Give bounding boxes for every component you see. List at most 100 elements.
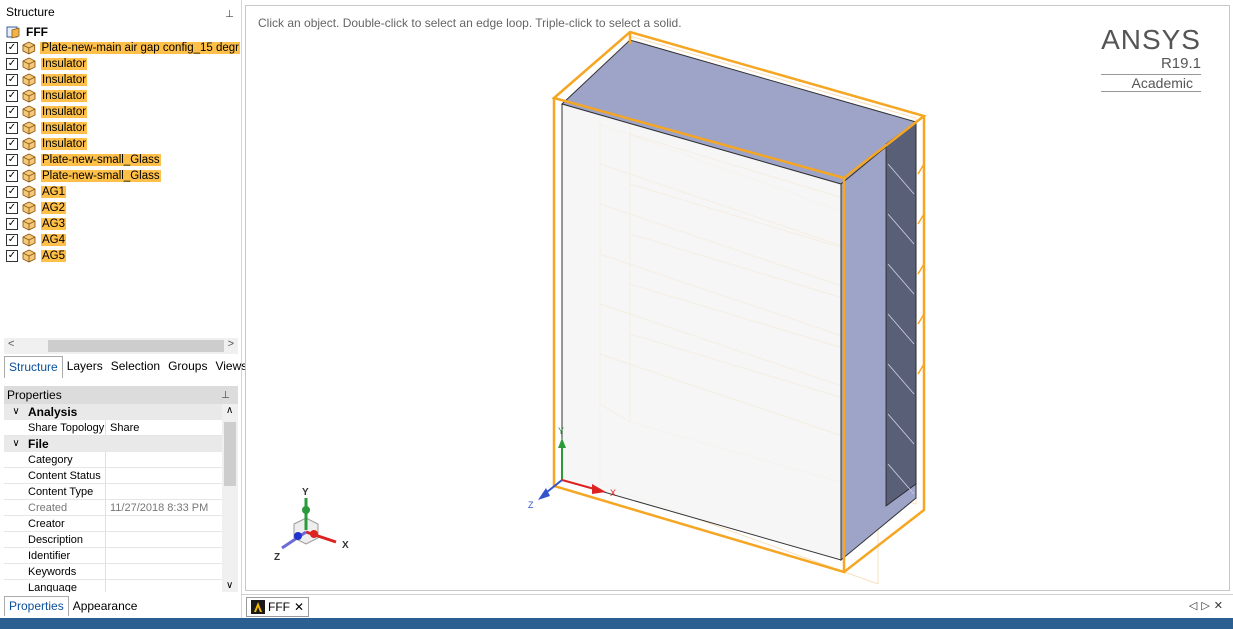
visibility-checkbox[interactable]: ✓ [6, 202, 18, 214]
tree-root[interactable]: FFF [6, 24, 240, 40]
tree-item-label: AG4 [41, 234, 67, 246]
property-value[interactable] [106, 564, 238, 579]
pin-icon[interactable]: ⊥ [221, 387, 230, 405]
chevron-down-icon[interactable]: ∨ [4, 404, 28, 420]
property-row[interactable]: Creator [4, 516, 238, 532]
property-row[interactable]: Content Type [4, 484, 238, 500]
tree-root-label: FFF [26, 25, 48, 39]
tree-item[interactable]: ✓ Plate-new-small_Glass [6, 168, 240, 184]
tree-item[interactable]: ✓ Insulator [6, 72, 240, 88]
tree-item-label: Insulator [41, 90, 88, 102]
property-value[interactable] [106, 548, 238, 563]
tree-item-label: Plate-new-small_Glass [41, 170, 161, 182]
chevron-down-icon[interactable]: ∨ [4, 436, 28, 452]
tree-item-label: AG3 [41, 218, 67, 230]
visibility-checkbox[interactable]: ✓ [6, 186, 18, 198]
property-row[interactable]: Language [4, 580, 238, 592]
scroll-up-icon[interactable]: ∧ [226, 405, 233, 416]
property-value[interactable] [106, 516, 238, 531]
scroll-left-icon[interactable]: < [8, 338, 14, 350]
close-icon[interactable]: ✕ [294, 600, 304, 614]
tab-navigation: ◁▷✕ [1189, 599, 1227, 612]
visibility-checkbox[interactable]: ✓ [6, 106, 18, 118]
scroll-thumb[interactable] [48, 340, 224, 352]
tree-item[interactable]: ✓ AG1 [6, 184, 240, 200]
orientation-triad[interactable]: Y X Z [268, 482, 358, 568]
property-value[interactable]: Share [106, 420, 238, 435]
tree-item-label: Insulator [41, 138, 88, 150]
tree-item[interactable]: ✓ Plate-new-main air gap config_15 degr [6, 40, 240, 56]
model-3d-view[interactable]: Y X Z [526, 24, 946, 584]
component-icon [22, 89, 36, 103]
property-row[interactable]: Description [4, 532, 238, 548]
tree-item[interactable]: ✓ Plate-new-small_Glass [6, 152, 240, 168]
property-row[interactable]: Created 11/27/2018 8:33 PM [4, 500, 238, 516]
property-value[interactable] [106, 532, 238, 547]
tab-structure[interactable]: Structure [4, 356, 63, 378]
property-row[interactable]: Keywords [4, 564, 238, 580]
property-row[interactable]: Content Status [4, 468, 238, 484]
component-icon [22, 105, 36, 119]
tree-item-label: Insulator [41, 122, 88, 134]
tab-next-icon[interactable]: ▷ [1201, 600, 1213, 612]
design-icon [6, 26, 20, 39]
tab-prev-icon[interactable]: ◁ [1189, 600, 1201, 612]
visibility-checkbox[interactable]: ✓ [6, 138, 18, 150]
property-row[interactable]: Identifier [4, 548, 238, 564]
visibility-checkbox[interactable]: ✓ [6, 250, 18, 262]
pin-icon[interactable]: ⊥ [225, 5, 234, 25]
component-icon [22, 73, 36, 87]
properties-vertical-scrollbar[interactable]: ∧ ∨ [222, 404, 238, 592]
tab-properties[interactable]: Properties [4, 596, 69, 616]
property-row[interactable]: Category [4, 452, 238, 468]
properties-header: Properties ⊥ [4, 386, 238, 404]
component-icon [22, 201, 36, 215]
scroll-thumb[interactable] [224, 422, 236, 486]
visibility-checkbox[interactable]: ✓ [6, 154, 18, 166]
tree-item[interactable]: ✓ AG4 [6, 232, 240, 248]
visibility-checkbox[interactable]: ✓ [6, 170, 18, 182]
tree-item[interactable]: ✓ AG5 [6, 248, 240, 264]
property-row[interactable]: Share Topology Share [4, 420, 238, 436]
scroll-right-icon[interactable]: > [228, 338, 234, 350]
tree-item-label: Plate-new-small_Glass [41, 154, 161, 166]
tree-item[interactable]: ✓ AG3 [6, 216, 240, 232]
component-icon [22, 217, 36, 231]
visibility-checkbox[interactable]: ✓ [6, 234, 18, 246]
axis-label-x: X [610, 488, 616, 498]
component-icon [22, 185, 36, 199]
visibility-checkbox[interactable]: ✓ [6, 74, 18, 86]
document-tab[interactable]: FFF ✕ [246, 597, 310, 617]
tree-horizontal-scrollbar[interactable]: < > [4, 338, 238, 354]
tab-appearance[interactable]: Appearance [69, 596, 142, 616]
category-file[interactable]: ∨ File [4, 436, 238, 452]
tree-item[interactable]: ✓ Insulator [6, 104, 240, 120]
panel-tabs: Structure Layers Selection Groups Views [4, 356, 247, 378]
tab-groups[interactable]: Groups [164, 356, 211, 378]
tree-item[interactable]: ✓ Insulator [6, 136, 240, 152]
close-all-icon[interactable]: ✕ [1214, 600, 1227, 612]
ansys-doc-icon [251, 600, 265, 614]
graphics-viewport[interactable]: Click an object. Double-click to select … [245, 5, 1230, 591]
structure-tree: FFF ✓ Plate-new-main air gap config_15 de… [6, 24, 240, 336]
component-icon [22, 57, 36, 71]
property-value[interactable] [106, 468, 238, 483]
visibility-checkbox[interactable]: ✓ [6, 58, 18, 70]
tree-item[interactable]: ✓ Insulator [6, 88, 240, 104]
visibility-checkbox[interactable]: ✓ [6, 122, 18, 134]
tab-layers[interactable]: Layers [63, 356, 107, 378]
property-value[interactable]: 11/27/2018 8:33 PM [106, 500, 238, 515]
property-value[interactable] [106, 484, 238, 499]
visibility-checkbox[interactable]: ✓ [6, 218, 18, 230]
visibility-checkbox[interactable]: ✓ [6, 42, 18, 54]
category-analysis[interactable]: ∨ Analysis [4, 404, 238, 420]
tab-selection[interactable]: Selection [107, 356, 164, 378]
tree-item[interactable]: ✓ Insulator [6, 56, 240, 72]
tree-item[interactable]: ✓ AG2 [6, 200, 240, 216]
property-value[interactable] [106, 452, 238, 467]
property-key: Language [4, 580, 106, 592]
scroll-down-icon[interactable]: ∨ [226, 580, 233, 591]
property-value[interactable] [106, 580, 238, 592]
tree-item[interactable]: ✓ Insulator [6, 120, 240, 136]
visibility-checkbox[interactable]: ✓ [6, 90, 18, 102]
